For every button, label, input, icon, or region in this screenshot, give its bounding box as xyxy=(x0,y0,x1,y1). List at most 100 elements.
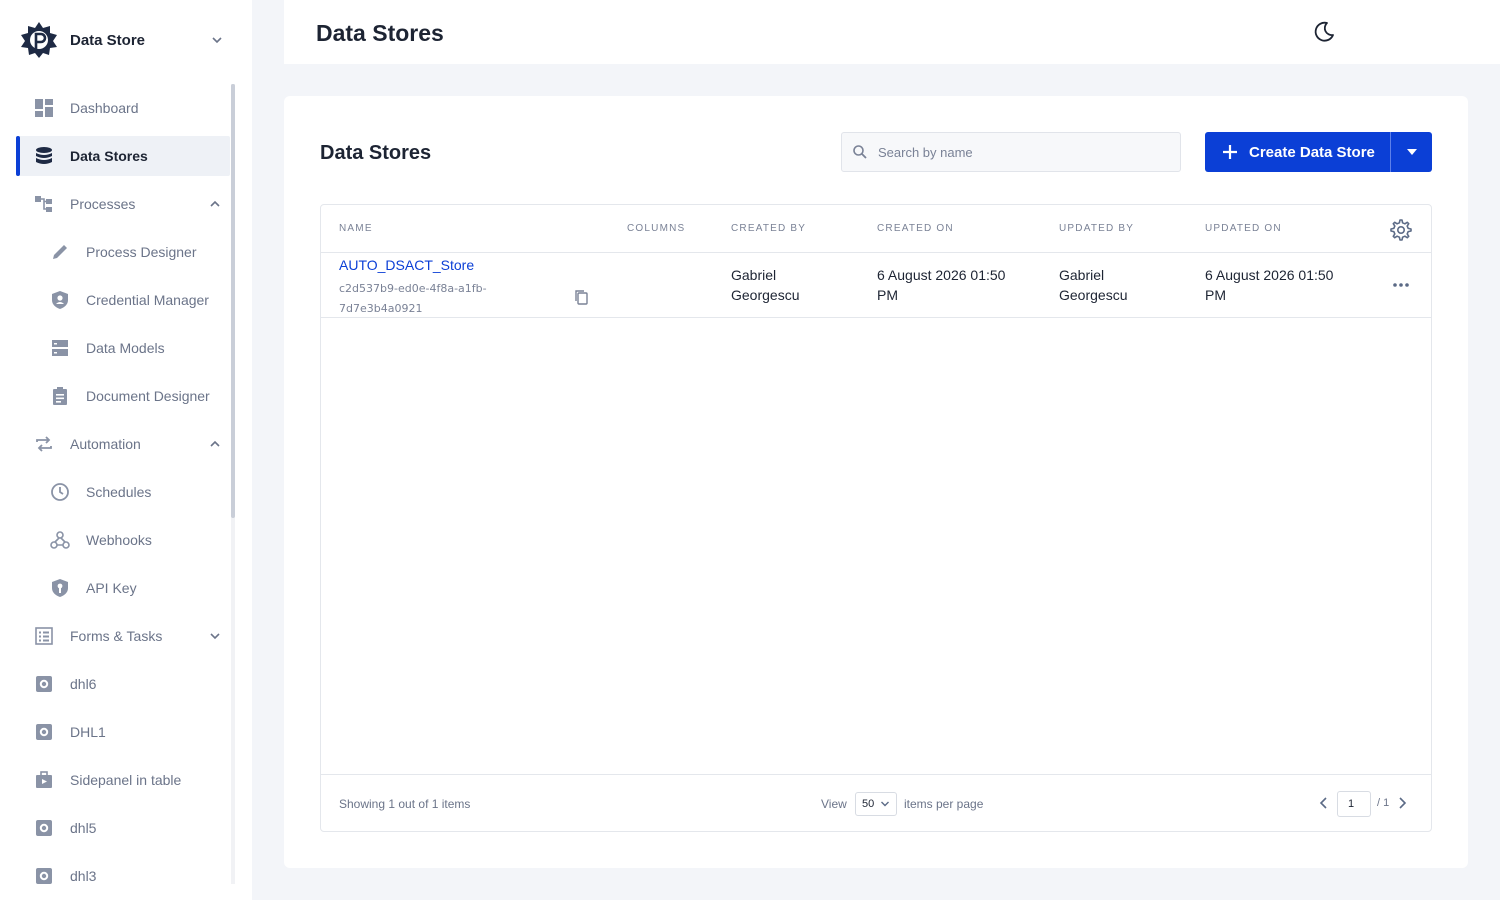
caret-down-icon xyxy=(1406,149,1417,155)
sidebar-item-data-models[interactable]: Data Models xyxy=(16,328,230,368)
cell-text-line: Gabriel xyxy=(731,267,777,283)
chevron-right-icon[interactable] xyxy=(1395,795,1409,811)
column-header-created-by[interactable]: Created By xyxy=(731,223,806,234)
cell-created-by: Gabriel Georgescu xyxy=(731,265,799,305)
sidebar-item-label: Credential Manager xyxy=(86,292,209,308)
sidebar-item-label: dhl5 xyxy=(70,820,97,836)
chevron-down-icon xyxy=(881,801,889,807)
table-header: Name Columns Created By Created On Updat… xyxy=(321,205,1431,253)
dark-mode-toggle-icon[interactable] xyxy=(1312,20,1336,44)
app-logo-icon xyxy=(21,22,57,58)
sidebar-item-schedules[interactable]: Schedules xyxy=(16,472,230,512)
chevron-down-icon xyxy=(212,37,222,44)
data-stores-table: Name Columns Created By Created On Updat… xyxy=(320,204,1432,832)
copy-icon[interactable] xyxy=(573,289,589,305)
cell-text-line: 6 August 2026 01:50 xyxy=(877,267,1006,283)
items-per-page-select[interactable]: 50 xyxy=(855,792,897,816)
cell-text-line: Georgescu xyxy=(1059,287,1128,303)
app-switcher[interactable]: Data Store xyxy=(20,18,232,62)
data-store-name-link[interactable]: AUTO_DSACT_Store xyxy=(339,257,474,273)
data-store-id-line: c2d537b9-ed0e-4f8a-a1fb- xyxy=(339,282,487,295)
column-header-updated-on[interactable]: Updated On xyxy=(1205,223,1282,234)
column-header-updated-by[interactable]: Updated By xyxy=(1059,223,1134,234)
sidebar-item-dhl1[interactable]: DHL1 xyxy=(16,712,230,752)
column-header-created-on[interactable]: Created On xyxy=(877,223,954,234)
clock-icon xyxy=(50,482,70,502)
sidebar-item-label: Webhooks xyxy=(86,532,152,548)
chevron-down-icon xyxy=(210,633,220,640)
server-icon xyxy=(50,338,70,358)
create-button-label: Create Data Store xyxy=(1249,143,1375,161)
sidebar-item-label: Process Designer xyxy=(86,244,197,260)
section-title: Data Stores xyxy=(320,142,432,164)
column-header-columns[interactable]: Columns xyxy=(627,223,685,234)
page-total: / 1 xyxy=(1377,797,1390,809)
sidebar-item-data-stores[interactable]: Data Stores xyxy=(16,136,230,176)
shield-key-icon xyxy=(50,578,70,598)
sidebar-item-label: API Key xyxy=(86,580,137,596)
cell-text-line: Georgescu xyxy=(731,287,800,303)
items-per-page-value: 50 xyxy=(862,798,875,810)
more-options-icon[interactable] xyxy=(1390,277,1412,293)
sidebar-item-credential-manager[interactable]: Credential Manager xyxy=(16,280,230,320)
sidebar-item-label: dhl6 xyxy=(70,676,97,692)
table-row[interactable]: AUTO_DSACT_Store c2d537b9-ed0e-4f8a-a1fb… xyxy=(321,253,1431,318)
sidebar-item-label: Dashboard xyxy=(70,100,139,116)
briefcase-icon xyxy=(34,770,54,790)
data-store-id-line: 7d7e3b4a0921 xyxy=(339,302,423,315)
webhook-icon xyxy=(50,530,70,550)
column-header-name[interactable]: Name xyxy=(339,223,373,234)
chevron-up-icon xyxy=(210,200,220,207)
sidebar-scrollbar[interactable] xyxy=(231,84,235,884)
cell-created-on: 6 August 2026 01:50 PM xyxy=(877,265,1005,305)
search-box[interactable] xyxy=(841,132,1181,172)
sidebar-item-label: Schedules xyxy=(86,484,152,500)
page-title: Data Stores xyxy=(316,20,444,46)
data-store-id: c2d537b9-ed0e-4f8a-a1fb- 7d7e3b4a0921 xyxy=(339,279,519,319)
app-gear-icon xyxy=(34,866,54,886)
create-options-dropdown-button[interactable] xyxy=(1390,132,1432,172)
sidebar-item-sidepanel-in-table[interactable]: Sidepanel in table xyxy=(16,760,230,800)
view-label: View xyxy=(821,797,847,811)
cell-updated-by: Gabriel Georgescu xyxy=(1059,265,1127,305)
sidebar-item-label: Automation xyxy=(70,436,141,452)
sidebar-item-automation[interactable]: Automation xyxy=(16,424,230,464)
gear-icon[interactable] xyxy=(1390,219,1412,241)
app-gear-icon xyxy=(34,674,54,694)
sidebar-item-dhl5[interactable]: dhl5 xyxy=(16,808,230,848)
sidebar-item-label: Sidepanel in table xyxy=(70,772,182,788)
sidebar-item-dhl3[interactable]: dhl3 xyxy=(16,856,230,896)
app-name: Data Store xyxy=(70,31,146,49)
sidebar-item-label: Document Designer xyxy=(86,388,210,404)
sidebar-item-forms-tasks[interactable]: Forms & Tasks xyxy=(16,616,230,656)
cell-updated-on: 6 August 2026 01:50 PM xyxy=(1205,265,1333,305)
search-input[interactable] xyxy=(878,144,1168,160)
sidebar-item-process-designer[interactable]: Process Designer xyxy=(16,232,230,272)
top-bar: Data Stores xyxy=(284,0,1500,64)
repeat-icon xyxy=(34,434,54,454)
page-number-input[interactable]: 1 xyxy=(1337,791,1371,817)
database-icon xyxy=(34,146,54,166)
sidebar-item-label: Processes xyxy=(70,196,136,212)
sidebar-item-document-designer[interactable]: Document Designer xyxy=(16,376,230,416)
dashboard-icon xyxy=(34,98,54,118)
sidebar-item-processes[interactable]: Processes xyxy=(16,184,230,224)
sidebar-item-dhl6[interactable]: dhl6 xyxy=(16,664,230,704)
sidebar-item-label: dhl3 xyxy=(70,868,97,884)
sidebar: Data Store Dashboard Data Stores Process… xyxy=(0,0,252,900)
table-footer: Showing 1 out of 1 items View 50 items p… xyxy=(321,774,1431,831)
sidebar-item-api-key[interactable]: API Key xyxy=(16,568,230,608)
sidebar-item-dashboard[interactable]: Dashboard xyxy=(16,88,230,128)
scrollbar-thumb[interactable] xyxy=(231,84,235,518)
sidebar-item-webhooks[interactable]: Webhooks xyxy=(16,520,230,560)
processes-icon xyxy=(34,194,54,214)
sidebar-item-label: DHL1 xyxy=(70,724,106,740)
create-data-store-button[interactable]: Create Data Store xyxy=(1205,132,1390,172)
app-gear-icon xyxy=(34,722,54,742)
chevron-left-icon[interactable] xyxy=(1317,795,1331,811)
app-gear-icon xyxy=(34,818,54,838)
sidebar-item-label: Data Stores xyxy=(70,148,148,164)
plus-icon xyxy=(1223,145,1237,159)
cell-text-line: Gabriel xyxy=(1059,267,1105,283)
clipboard-icon xyxy=(50,386,70,406)
